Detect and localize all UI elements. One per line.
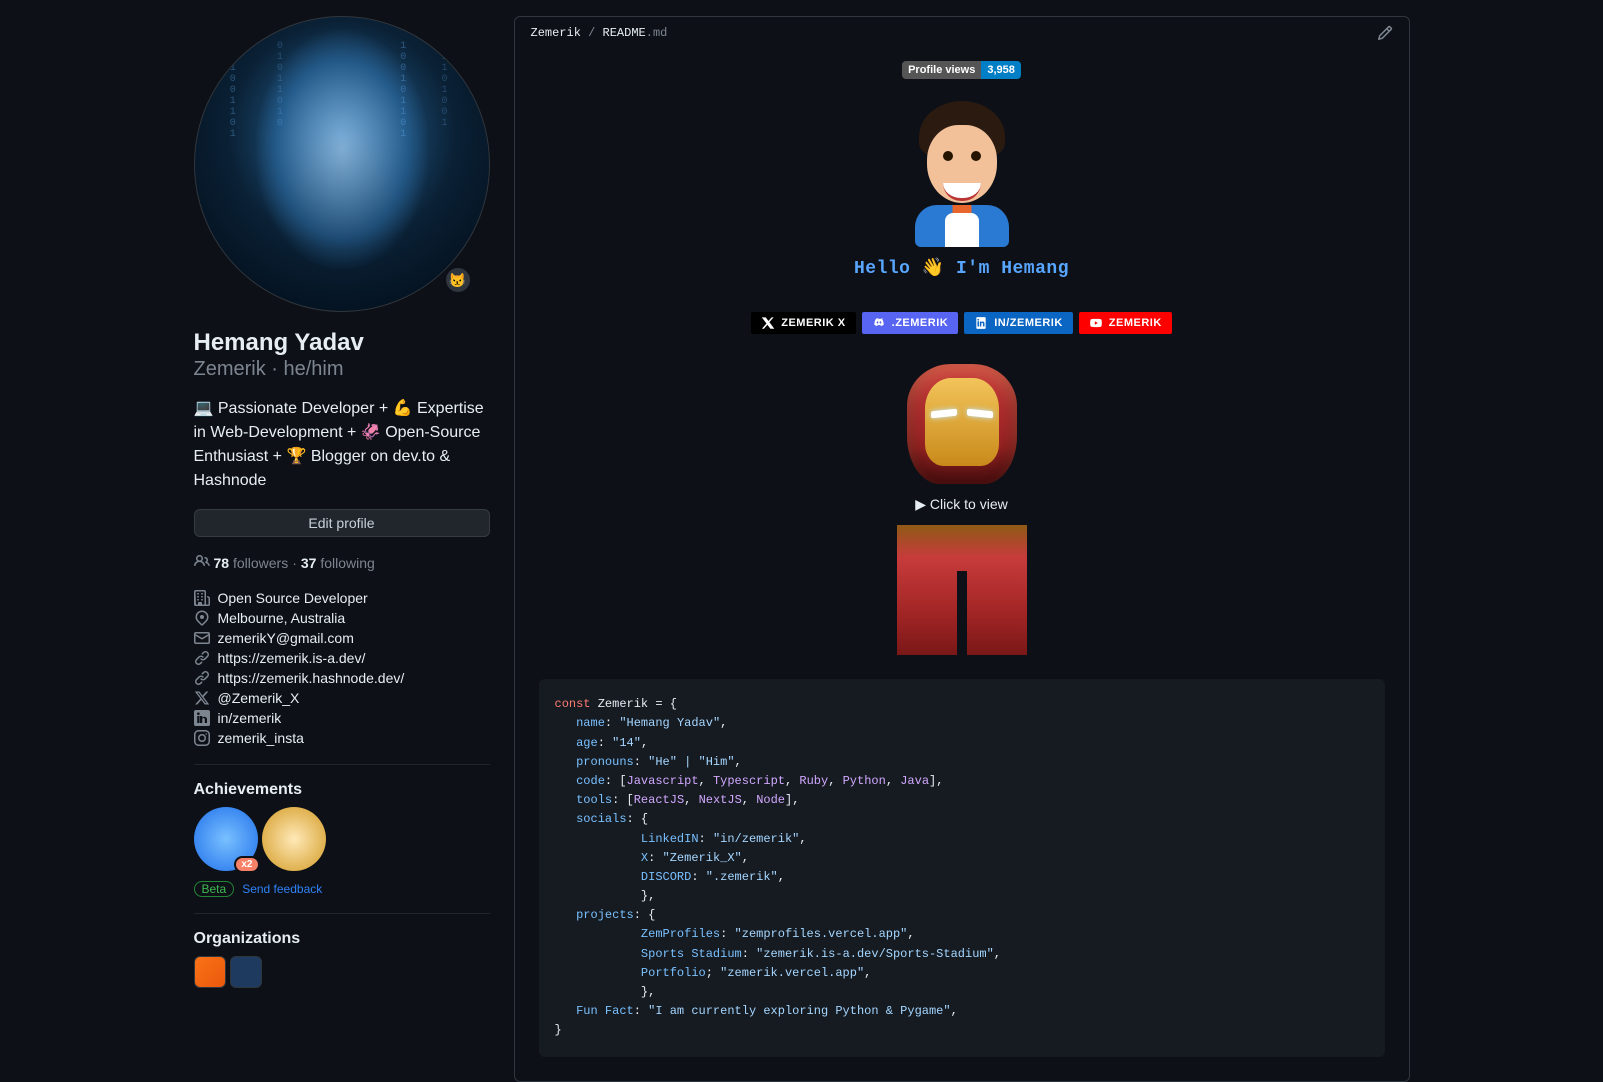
linkedin-link[interactable]: in/zemerik	[218, 710, 282, 726]
company-text: Open Source Developer	[218, 590, 368, 606]
social-badge-linkedin[interactable]: IN/ZEMERIK	[964, 312, 1073, 334]
profile-readme: Zemerik / README.md Profile views 3,958	[514, 16, 1410, 1082]
people-icon	[194, 553, 210, 572]
achievement-badge-pull-shark[interactable]: x2	[194, 807, 258, 871]
followers-link[interactable]: 78 followers	[214, 555, 289, 571]
edit-profile-button[interactable]: Edit profile	[194, 509, 490, 537]
profile-details: Open Source Developer Melbourne, Austral…	[194, 588, 490, 748]
website-link-1[interactable]: https://zemerik.is-a.dev/	[218, 650, 366, 666]
click-to-view[interactable]: ▶ Click to view	[897, 496, 1027, 513]
achievement-tier-label: x2	[234, 856, 259, 873]
pencil-icon[interactable]	[1377, 25, 1393, 41]
social-badge-youtube[interactable]: ZEMERIK	[1079, 312, 1172, 334]
following-link[interactable]: 37 following	[301, 555, 375, 571]
instagram-link[interactable]: zemerik_insta	[218, 730, 304, 746]
profile-username-pronouns: Zemerik · he/him	[194, 358, 490, 381]
social-badge-discord[interactable]: .ZEMERIK	[862, 312, 959, 334]
link-icon	[194, 670, 210, 686]
twitter-link[interactable]: @Zemerik_X	[218, 690, 300, 706]
profile-bio: 💻 Passionate Developer + 💪 Expertise in …	[194, 397, 490, 493]
profile-name: Hemang Yadav	[194, 328, 490, 358]
location-icon	[194, 610, 210, 626]
status-badge[interactable]: 😾	[444, 266, 472, 294]
profile-code-block: const Zemerik = { name: "Hemang Yadav", …	[539, 679, 1385, 1056]
status-emoji: 😾	[449, 272, 466, 289]
hello-heading: Hello 👋 I'm Hemang	[539, 257, 1385, 282]
achievement-badge-starstruck[interactable]	[262, 807, 326, 871]
bitmoji-avatar	[897, 97, 1027, 247]
readme-path[interactable]: Zemerik / README.md	[531, 26, 668, 40]
x-twitter-icon	[194, 690, 210, 706]
linkedin-icon	[194, 710, 210, 726]
social-badges-row: ZEMERIK X .ZEMERIKIN/ZEMERIK ZEMERIK	[539, 312, 1385, 334]
link-icon	[194, 650, 210, 666]
send-feedback-link[interactable]: Send feedback	[242, 882, 322, 896]
social-badge-x[interactable]: ZEMERIK X	[751, 312, 855, 334]
ironman-figure: ▶ Click to view	[897, 364, 1027, 655]
email-link[interactable]: zemerikY@gmail.com	[218, 630, 354, 646]
instagram-icon	[194, 730, 210, 746]
organization-icon	[194, 590, 210, 606]
website-link-2[interactable]: https://zemerik.hashnode.dev/	[218, 670, 405, 686]
organizations-heading: Organizations	[194, 930, 490, 948]
location-text: Melbourne, Australia	[218, 610, 346, 626]
beta-pill: Beta	[194, 881, 235, 897]
profile-avatar[interactable]: 1 0 1 0 0 1 1 0 1 0 1 0 1 1 0 1 0 1 0 0 …	[194, 16, 490, 312]
achievements-heading: Achievements	[194, 781, 490, 799]
mail-icon	[194, 630, 210, 646]
org-badge-2[interactable]	[230, 956, 262, 988]
org-badge-1[interactable]	[194, 956, 226, 988]
profile-views-badge: Profile views 3,958	[902, 61, 1021, 79]
